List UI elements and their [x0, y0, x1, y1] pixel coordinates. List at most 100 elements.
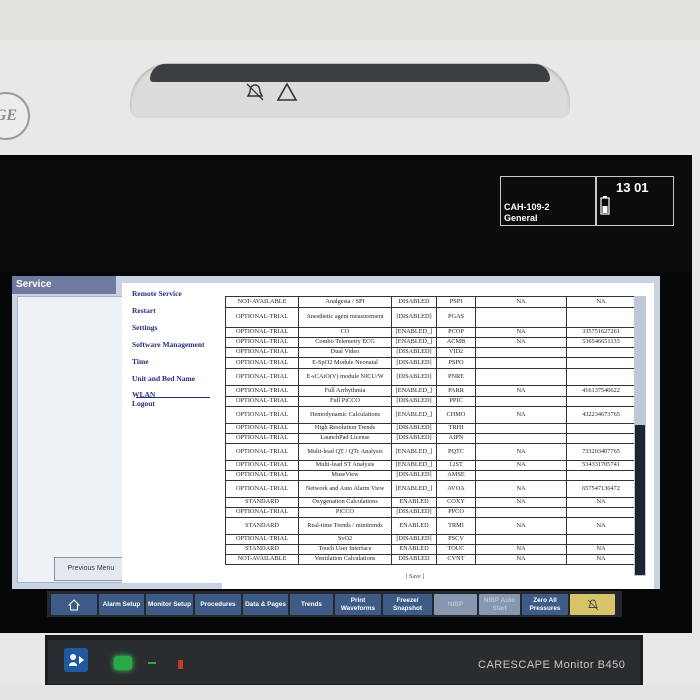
- table-row[interactable]: STANDARD Touch User Interface ENABLED TOUC N…: [225, 544, 636, 555]
- save-button[interactable]: [ Save ]: [395, 574, 435, 584]
- table-row[interactable]: OPTIONAL-TRIAL Multi-lead ST Analysis [ENA…: [225, 460, 636, 471]
- trial-cell: [475, 470, 567, 481]
- home-icon: [68, 598, 80, 610]
- table-row[interactable]: OPTIONAL-TRIAL Hemodynamic Calculations [E…: [225, 406, 636, 424]
- key-cell: [566, 396, 636, 407]
- option-name-cell: LaunchPad License: [298, 433, 392, 444]
- table-row[interactable]: NOT-AVAILABLE Ventilation Calculations DIS…: [225, 554, 636, 565]
- key-cell: NA: [566, 554, 636, 565]
- table-row[interactable]: OPTIONAL-TRIAL Full Arrhythmia [ENABLED_] P…: [225, 385, 636, 397]
- freeze-snapshot-button[interactable]: Freeze/ Snapshot: [383, 594, 432, 615]
- trial-cell: [475, 368, 567, 386]
- table-row[interactable]: OPTIONAL-TRIAL MuseView [DISABLED] AMSE: [225, 470, 636, 481]
- monitor-setup-button[interactable]: Monitor Setup: [146, 594, 193, 615]
- license-type-cell: OPTIONAL-TRIAL: [225, 460, 299, 471]
- status-cell: [DISABLED]: [391, 347, 437, 358]
- key-cell: [566, 368, 636, 386]
- trial-cell: NA: [475, 554, 567, 565]
- table-row[interactable]: OPTIONAL-TRIAL Multi-lead QT / QTc Analys…: [225, 443, 636, 461]
- table-row[interactable]: OPTIONAL-TRIAL Network and Auto Alarm Vie…: [225, 480, 636, 498]
- help-icon[interactable]: [64, 648, 88, 672]
- trial-cell: [475, 307, 567, 328]
- zero-all-pressures-button[interactable]: Zero All Pressures: [522, 594, 568, 615]
- license-type-cell: STANDARD: [225, 497, 299, 508]
- license-type-cell: OPTIONAL-TRIAL: [225, 406, 299, 424]
- menu-item-restart[interactable]: Restart: [132, 306, 156, 315]
- option-name-cell: Network and Auto Alarm View: [298, 480, 392, 498]
- trial-cell: NA: [475, 406, 567, 424]
- option-name-cell: Multi-lead QT / QTc Analysis: [298, 443, 392, 461]
- table-row[interactable]: OPTIONAL-TRIAL E-sCAiO(V) module NICU/W [D…: [225, 368, 636, 386]
- trial-cell: [475, 347, 567, 358]
- option-name-cell: High Resolution Trends: [298, 423, 392, 434]
- print-waveforms-button[interactable]: Print Waveforms: [335, 594, 381, 615]
- table-row[interactable]: OPTIONAL-TRIAL CO [ENABLED_] PCOP NA 33575162…: [225, 327, 636, 338]
- table-row[interactable]: OPTIONAL-TRIAL Dual Video [DISABLED] VID2: [225, 347, 636, 358]
- status-cell: DISABLED: [391, 554, 437, 565]
- alarm-setup-button[interactable]: Alarm Setup: [99, 594, 144, 615]
- license-type-cell: OPTIONAL-TRIAL: [225, 368, 299, 386]
- service-menu: Remote Service Restart Settings Software…: [122, 283, 222, 583]
- power-button[interactable]: [114, 656, 132, 670]
- button-label: Print Waveforms: [340, 597, 376, 612]
- button-label: NIBP Auto Start: [483, 597, 516, 612]
- patient-info-box[interactable]: CAH-109-2 General: [500, 176, 597, 226]
- code-cell: PSPI: [436, 296, 476, 308]
- trial-cell: NA: [475, 296, 567, 308]
- status-cell: [ENABLED_]: [391, 406, 437, 424]
- key-cell: [566, 357, 636, 369]
- license-type-cell: OPTIONAL-TRIAL: [225, 327, 299, 338]
- status-cell: [DISABLED]: [391, 357, 437, 369]
- table-row[interactable]: OPTIONAL-TRIAL SvO2 [DISABLED] PSCV: [225, 534, 636, 545]
- nibp-auto-start-button[interactable]: NIBP Auto Start: [479, 594, 520, 615]
- previous-menu-button[interactable]: Previous Menu: [54, 557, 128, 581]
- nibp-button[interactable]: NIBP: [434, 594, 477, 615]
- menu-separator: [136, 397, 210, 398]
- desk-surface: [0, 685, 700, 700]
- table-row[interactable]: NOT-AVAILABLE Analgesia / SPI DISABLED PSPI…: [225, 296, 636, 308]
- table-row[interactable]: OPTIONAL-TRIAL E-SpO2 Module Neonatal [DIS…: [225, 357, 636, 369]
- data-pages-button[interactable]: Data & Pages: [243, 594, 288, 615]
- trial-cell: [475, 433, 567, 444]
- trial-cell: [475, 396, 567, 407]
- table-row[interactable]: STANDARD Oxygenation Calculations ENABLED C…: [225, 497, 636, 508]
- key-cell: [566, 433, 636, 444]
- menu-item-remote-service[interactable]: Remote Service: [132, 289, 182, 298]
- table-row[interactable]: OPTIONAL-TRIAL High Resolution Trends [DIS…: [225, 423, 636, 434]
- option-name-cell: MuseView: [298, 470, 392, 481]
- table-row[interactable]: OPTIONAL-TRIAL Full PiCCO [DISABLED] PPIC: [225, 396, 636, 407]
- alarm-triangle-icon[interactable]: [276, 82, 298, 102]
- table-row[interactable]: OPTIONAL-TRIAL Combo Telemetry ECG [ENABLE…: [225, 337, 636, 348]
- code-cell: CHMO: [436, 406, 476, 424]
- key-cell: NA: [566, 497, 636, 508]
- home-button[interactable]: [51, 594, 97, 615]
- trial-cell: NA: [475, 460, 567, 471]
- status-box: 13 01: [595, 176, 674, 226]
- procedures-button[interactable]: Procedures: [195, 594, 241, 615]
- option-name-cell: Combo Telemetry ECG: [298, 337, 392, 348]
- menu-item-software-management[interactable]: Software Management: [132, 340, 205, 349]
- table-row[interactable]: OPTIONAL-TRIAL LaunchPad License [DISABLED…: [225, 433, 636, 444]
- menu-item-settings[interactable]: Settings: [132, 323, 157, 332]
- menu-item-time[interactable]: Time: [132, 357, 149, 366]
- trial-cell: NA: [475, 480, 567, 498]
- alarm-silence-icon[interactable]: [245, 82, 265, 102]
- license-type-cell: OPTIONAL-TRIAL: [225, 307, 299, 328]
- menu-item-logout[interactable]: Logout: [132, 399, 155, 408]
- trends-button[interactable]: Trends: [290, 594, 333, 615]
- code-cell: PSCV: [436, 534, 476, 545]
- scrollbar-thumb[interactable]: [635, 425, 645, 575]
- status-cell: [DISABLED]: [391, 396, 437, 407]
- option-name-cell: Oxygenation Calculations: [298, 497, 392, 508]
- code-cell: TRHI: [436, 423, 476, 434]
- key-cell: [566, 423, 636, 434]
- background-wall: [0, 0, 700, 45]
- license-type-cell: OPTIONAL-TRIAL: [225, 396, 299, 407]
- alarm-pause-button[interactable]: [570, 594, 615, 615]
- key-cell: [566, 534, 636, 545]
- license-type-cell: OPTIONAL-TRIAL: [225, 443, 299, 461]
- table-row[interactable]: OPTIONAL-TRIAL PiCCO [DISABLED] PPCO: [225, 507, 636, 518]
- table-row[interactable]: OPTIONAL-TRIAL Anesthetic agent measureme…: [225, 307, 636, 328]
- table-row[interactable]: STANDARD Real-time Trends / minitrends ENA…: [225, 517, 636, 535]
- menu-item-unit-and-bed-name[interactable]: Unit and Bed Name: [132, 374, 195, 383]
